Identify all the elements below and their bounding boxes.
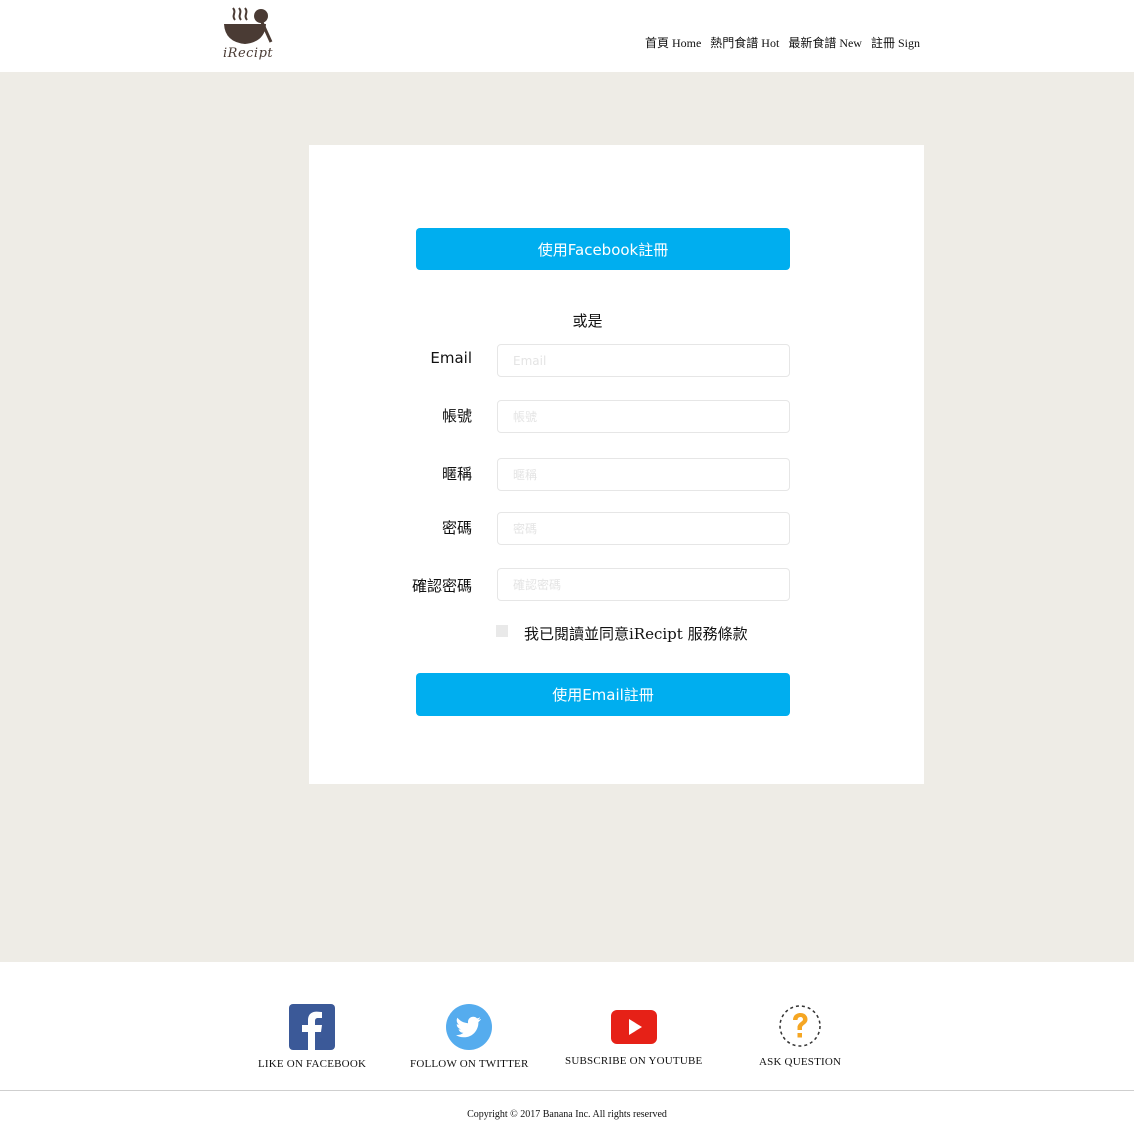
nickname-field[interactable]	[497, 458, 790, 491]
main-nav: 首頁 Home 熱門食譜 Hot 最新食譜 New 註冊 Sign	[645, 34, 920, 51]
confirm-password-label: 確認密碼	[411, 577, 472, 595]
terms-agreement: 我已閱讀並同意iRecipt 服務條款	[496, 623, 748, 644]
site-footer: LIKE ON FACEBOOK FOLLOW ON TWITTER SUBSC…	[0, 962, 1134, 1134]
facebook-signup-button[interactable]: 使用Facebook註冊	[416, 228, 790, 270]
copyright-text: Copyright © 2017 Banana Inc. All rights …	[467, 1109, 667, 1120]
email-signup-button[interactable]: 使用Email註冊	[416, 673, 790, 716]
social-label: SUBSCRIBE ON YOUTUBE	[565, 1055, 703, 1067]
bowl-logo-icon	[224, 7, 273, 44]
or-divider-text: 或是	[572, 312, 603, 330]
question-icon	[779, 1005, 821, 1047]
facebook-icon	[289, 1004, 336, 1050]
nickname-label: 暱稱	[441, 465, 472, 483]
nav-home[interactable]: 首頁 Home	[645, 34, 701, 51]
main-area: 使用Facebook註冊 或是 Email 帳號 暱稱 密碼 確認密碼 我已閱讀…	[0, 72, 1134, 962]
nav-new[interactable]: 最新食譜 New	[788, 34, 862, 51]
social-question[interactable]: ASK QUESTION	[759, 1003, 841, 1068]
password-field[interactable]	[497, 512, 790, 545]
terms-text: 我已閱讀並同意iRecipt 服務條款	[524, 625, 748, 643]
account-field[interactable]	[497, 400, 790, 433]
youtube-icon	[610, 1010, 657, 1044]
social-label: ASK QUESTION	[759, 1056, 842, 1068]
email-field[interactable]	[497, 344, 790, 377]
social-facebook[interactable]: LIKE ON FACEBOOK	[258, 1004, 366, 1070]
social-twitter[interactable]: FOLLOW ON TWITTER	[410, 1004, 528, 1070]
password-label: 密碼	[441, 519, 472, 537]
nav-hot[interactable]: 熱門食譜 Hot	[710, 34, 779, 51]
footer-divider	[0, 1090, 1134, 1091]
logo-text: iRecipt	[223, 46, 274, 61]
logo[interactable]: iRecipt	[221, 6, 277, 64]
confirm-password-field[interactable]	[497, 568, 790, 601]
site-header: iRecipt 首頁 Home 熱門食譜 Hot 最新食譜 New 註冊 Sig…	[0, 0, 1134, 72]
nav-sign[interactable]: 註冊 Sign	[871, 34, 920, 51]
social-label: LIKE ON FACEBOOK	[258, 1058, 367, 1070]
social-label: FOLLOW ON TWITTER	[410, 1058, 529, 1070]
twitter-icon	[446, 1004, 493, 1050]
social-youtube[interactable]: SUBSCRIBE ON YOUTUBE	[565, 1010, 702, 1067]
terms-checkbox[interactable]	[496, 624, 508, 637]
email-label: Email	[430, 349, 472, 367]
signup-card: 使用Facebook註冊 或是 Email 帳號 暱稱 密碼 確認密碼 我已閱讀…	[309, 145, 924, 784]
account-label: 帳號	[441, 407, 472, 425]
